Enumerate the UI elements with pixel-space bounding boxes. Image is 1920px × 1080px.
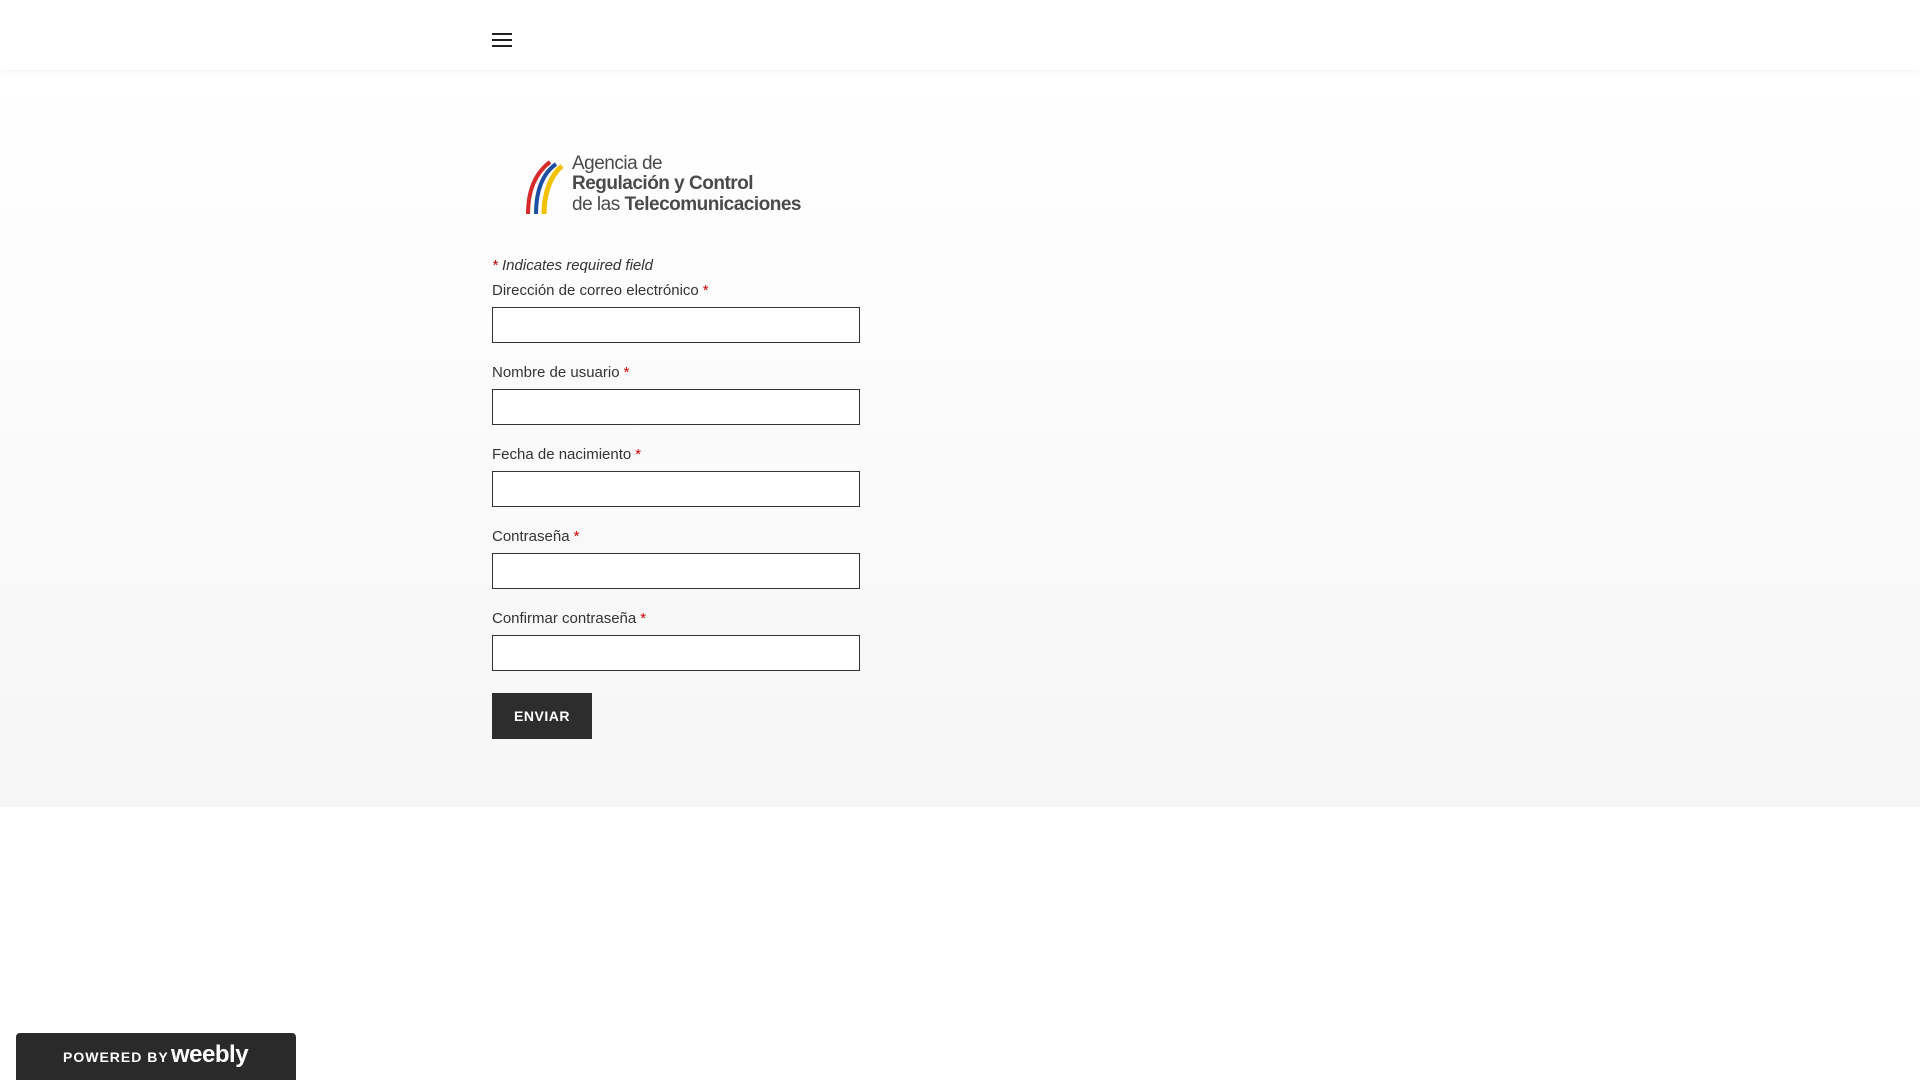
required-note-text: Indicates required field xyxy=(502,257,653,274)
powered-by-weebly-badge[interactable]: POWERED BY weebly xyxy=(16,1033,296,1080)
birthdate-label: Fecha de nacimiento * xyxy=(492,446,641,463)
logo-line-3-bold: Telecomunicaciones xyxy=(624,194,801,215)
email-label: Dirección de correo electrónico * xyxy=(492,282,709,299)
agency-logo: Agencia de Regulación y Control de las T… xyxy=(512,152,802,222)
username-label-text: Nombre de usuario xyxy=(492,364,620,381)
required-star: * xyxy=(492,257,498,274)
email-label-text: Dirección de correo electrónico xyxy=(492,282,699,299)
weebly-logo: weebly xyxy=(171,1041,249,1068)
password-label-text: Contraseña xyxy=(492,528,570,545)
required-field-note: * Indicates required field xyxy=(492,257,653,274)
confirm-password-field[interactable] xyxy=(492,635,860,671)
main-content: Agencia de Regulación y Control de las T… xyxy=(0,70,1920,807)
email-field[interactable] xyxy=(492,307,860,343)
logo-line-3: de las Telecomunicaciones xyxy=(572,195,801,215)
menu-line xyxy=(492,39,512,41)
password-field[interactable] xyxy=(492,553,860,589)
agency-logo-text: Agencia de Regulación y Control de las T… xyxy=(572,154,801,215)
agency-logo-emblem xyxy=(526,160,564,215)
required-star: * xyxy=(702,282,709,299)
required-star: * xyxy=(635,446,642,463)
birthdate-label-text: Fecha de nacimiento xyxy=(492,446,632,463)
menu-line xyxy=(492,33,512,35)
required-star: * xyxy=(640,610,647,627)
logo-line-3-prefix: de las xyxy=(572,194,625,215)
password-label: Contraseña * xyxy=(492,528,579,545)
logo-line-1: Agencia de xyxy=(572,153,663,174)
confirm-password-label: Confirmar contraseña * xyxy=(492,610,646,627)
site-header xyxy=(0,0,1920,70)
menu-line xyxy=(492,45,512,47)
hamburger-menu-icon[interactable] xyxy=(492,33,512,47)
powered-by-text: POWERED BY xyxy=(63,1049,169,1065)
username-label: Nombre de usuario * xyxy=(492,364,629,381)
logo-line-2: Regulación y Control xyxy=(572,173,754,194)
username-field[interactable] xyxy=(492,389,860,425)
required-star: * xyxy=(623,364,630,381)
required-star: * xyxy=(573,528,580,545)
confirm-password-label-text: Confirmar contraseña xyxy=(492,610,637,627)
submit-button[interactable]: ENVIAR xyxy=(492,693,592,739)
birthdate-field[interactable] xyxy=(492,471,860,507)
